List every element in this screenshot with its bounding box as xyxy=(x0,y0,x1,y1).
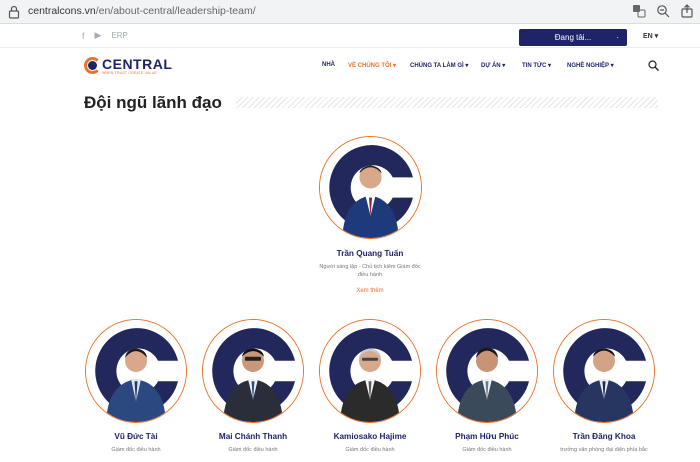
url-path: /en/about-central/leadership-team/ xyxy=(95,5,256,17)
view-more-link[interactable]: Xem thêm xyxy=(340,288,400,294)
url-host: centralcons.vn xyxy=(28,5,96,17)
nav-item-careers[interactable]: NGHỀ NGHIỆP ▾ xyxy=(567,62,614,69)
lock-icon xyxy=(8,5,20,19)
leader-name: Trần Quang Tuấn xyxy=(336,249,404,258)
leader-photo[interactable] xyxy=(85,319,187,423)
leader-name: Phạm Hữu Phúc xyxy=(455,432,519,441)
central-logo[interactable]: CENTRAL WHEN TRUST CREATE VALUE xyxy=(84,56,172,78)
nav-item-projects[interactable]: DỰ ÁN ▾ xyxy=(481,62,505,69)
leader-role: Giám đốc điều hành xyxy=(228,447,278,453)
leader-name: Mai Chánh Thanh xyxy=(218,432,288,441)
loading-label: Đang tải... xyxy=(554,33,592,42)
translate-icon[interactable] xyxy=(632,3,646,19)
leader-photo[interactable] xyxy=(436,319,538,423)
zoom-out-icon[interactable] xyxy=(656,3,670,19)
share-icon[interactable] xyxy=(680,3,694,19)
search-icon[interactable] xyxy=(648,60,659,71)
erp-link[interactable]: ERP xyxy=(111,31,127,40)
page-title: Đội ngũ lãnh đạo xyxy=(84,93,222,112)
leader-role: trưởng văn phòng đại diện phía bắc xyxy=(560,447,648,453)
title-decoration xyxy=(236,97,658,108)
dropdown-dot-icon: · xyxy=(616,33,619,42)
nav-item-news[interactable]: TIN TỨC ▾ xyxy=(522,62,551,69)
leader-role: Giám đốc điều hành xyxy=(111,447,161,453)
nav-item-what-we-do[interactable]: CHÚNG TA LÀM GÌ ▾ xyxy=(410,62,468,69)
leader-role: Người sáng lập - Chủ tịch kiêm Giám đốc … xyxy=(319,264,421,278)
leader-name: Vũ Đức Tài xyxy=(114,432,158,441)
leader-photo[interactable] xyxy=(553,319,655,423)
url-field[interactable]: centralcons.vn/en/about-central/leadersh… xyxy=(28,5,256,17)
leader-role: Giám đốc điều hành xyxy=(462,447,512,453)
leader-photo[interactable] xyxy=(319,319,421,423)
nav-item-home[interactable]: NHÀ xyxy=(322,62,335,68)
browser-address-bar: centralcons.vn/en/about-central/leadersh… xyxy=(0,0,700,24)
loading-button[interactable]: Đang tải... · xyxy=(519,29,627,46)
logo-mark-core xyxy=(88,61,97,70)
leader-photo[interactable] xyxy=(202,319,304,423)
leader-name: Trần Đăng Khoa xyxy=(572,432,636,441)
logo-text: CENTRAL xyxy=(102,56,173,72)
leader-photo-featured[interactable] xyxy=(319,136,422,239)
language-selector[interactable]: EN ▾ xyxy=(643,32,658,40)
leader-role: Giám đốc điều hành xyxy=(345,447,395,453)
nav-item-about[interactable]: VỀ CHÚNG TÔI ▾ xyxy=(348,62,396,69)
logo-tagline: WHEN TRUST CREATE VALUE xyxy=(102,71,157,75)
leader-name: Kamiosako Hajime xyxy=(333,432,407,441)
facebook-icon[interactable]: f xyxy=(82,31,85,41)
youtube-icon[interactable]: ▶ xyxy=(95,30,102,41)
